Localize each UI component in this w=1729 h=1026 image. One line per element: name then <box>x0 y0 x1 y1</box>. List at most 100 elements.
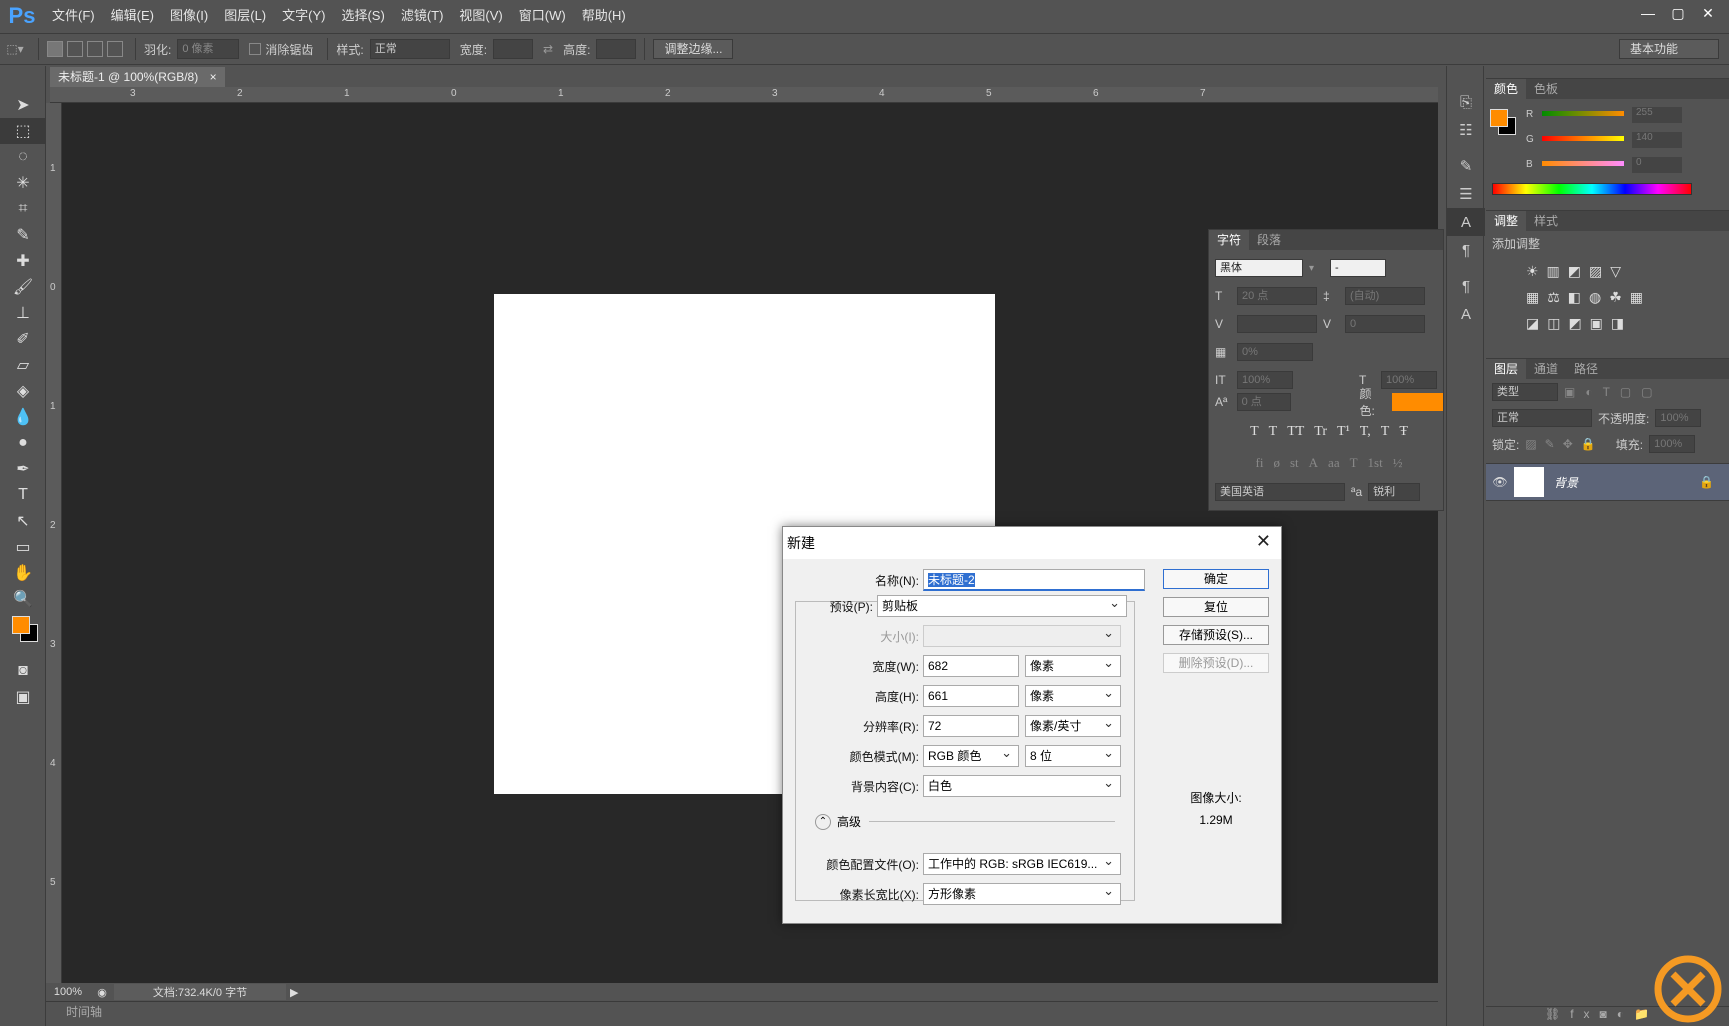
menu-item[interactable]: 编辑(E) <box>103 0 162 32</box>
pixel-aspect-select[interactable]: 方形像素 <box>923 881 1121 905</box>
tab-styles[interactable]: 样式 <box>1526 211 1566 231</box>
blend-mode-select[interactable]: 正常 <box>1492 409 1592 427</box>
opentype-button[interactable]: 1st <box>1368 455 1383 471</box>
feather-input[interactable]: 0 像素 <box>177 39 240 59</box>
stamp-tool-icon[interactable]: ⊥ <box>0 300 46 326</box>
history-icon[interactable]: ⎘ <box>1447 88 1485 116</box>
tab-color[interactable]: 颜色 <box>1486 79 1527 99</box>
height-field[interactable]: 661 <box>923 685 1019 707</box>
add-selection-icon[interactable] <box>67 41 83 57</box>
type-style-button[interactable]: T, <box>1360 424 1371 440</box>
timeline-label[interactable]: 时间轴 <box>66 1005 102 1019</box>
brush-panel-icon[interactable]: ✎ <box>1447 152 1485 180</box>
reset-button[interactable]: 复位 <box>1163 597 1269 617</box>
opentype-button[interactable]: ø <box>1273 455 1280 471</box>
menu-item[interactable]: 图层(L) <box>216 0 274 32</box>
b-slider[interactable] <box>1542 161 1624 166</box>
tracking-select[interactable]: 0 <box>1345 315 1425 333</box>
workspace-select[interactable]: 基本功能 <box>1619 39 1719 59</box>
name-input[interactable]: 未标题-2 <box>923 569 1145 591</box>
type-tool-icon[interactable]: T <box>0 482 46 508</box>
intersect-selection-icon[interactable] <box>107 41 123 57</box>
color-spectrum[interactable] <box>1492 183 1692 195</box>
font-style-select[interactable]: - <box>1330 259 1387 277</box>
crop-tool-icon[interactable]: ⌗ <box>0 196 46 222</box>
width-unit-select[interactable]: 像素 <box>1025 653 1121 677</box>
adjustment-icons[interactable]: ☀▥◩▨▽ ▦⚖◧◍☘▦ ◪◫◩▣◨ <box>1486 256 1729 338</box>
r-slider[interactable] <box>1542 111 1624 116</box>
preset-select[interactable]: 剪贴板 <box>877 593 1127 617</box>
zoom-level[interactable]: 100% <box>46 986 90 998</box>
opentype-button[interactable]: A <box>1309 455 1318 471</box>
marquee-tool-icon[interactable]: ⬚ <box>0 118 46 144</box>
dialog-close-icon[interactable]: ✕ <box>1256 531 1271 552</box>
foreground-color-swatch[interactable] <box>12 616 30 634</box>
save-preset-button[interactable]: 存储预设(S)... <box>1163 625 1269 645</box>
font-family-select[interactable]: 黑体 <box>1215 259 1303 277</box>
swap-icon[interactable]: ⇄ <box>543 42 553 56</box>
restore-button[interactable]: ▢ <box>1665 2 1691 24</box>
eraser-tool-icon[interactable]: ▱ <box>0 352 46 378</box>
lock-icons[interactable]: ▨✎✥🔒 <box>1525 437 1603 451</box>
layer-row[interactable]: 👁 背景 🔒 <box>1486 463 1729 501</box>
close-window-button[interactable]: ✕ <box>1695 2 1721 24</box>
height-unit-select[interactable]: 像素 <box>1025 683 1121 707</box>
menu-item[interactable]: 滤镜(T) <box>393 0 452 32</box>
pen-tool-icon[interactable]: ✒ <box>0 456 46 482</box>
g-value[interactable]: 140 <box>1632 132 1682 148</box>
healing-tool-icon[interactable]: ✚ <box>0 248 46 274</box>
r-value[interactable]: 255 <box>1632 107 1682 123</box>
tab-character[interactable]: 字符 <box>1209 230 1250 250</box>
brush-presets-icon[interactable]: ☰ <box>1447 180 1485 208</box>
type-style-button[interactable]: T¹ <box>1337 424 1350 440</box>
menu-item[interactable]: 窗口(W) <box>511 0 574 32</box>
height-input[interactable] <box>596 39 637 59</box>
g-slider[interactable] <box>1542 136 1624 141</box>
antialias-checkbox[interactable] <box>249 43 262 55</box>
fill-input[interactable]: 100% <box>1649 435 1696 453</box>
baseline-input[interactable]: 0 点 <box>1236 393 1292 411</box>
opentype-button[interactable]: ½ <box>1393 455 1403 471</box>
style-select[interactable]: 正常 <box>369 39 450 59</box>
scale-select[interactable]: 0% <box>1237 343 1313 361</box>
opentype-button[interactable]: st <box>1290 455 1299 471</box>
path-select-icon[interactable]: ↖ <box>0 508 46 534</box>
vertical-scale-input[interactable]: 100% <box>1237 371 1293 389</box>
paragraph-panel-icon[interactable]: ¶ <box>1447 236 1485 264</box>
type-style-button[interactable]: T <box>1269 424 1278 440</box>
refine-edge-button[interactable]: 调整边缘... <box>653 39 734 59</box>
hand-tool-icon[interactable]: ✋ <box>0 560 46 586</box>
menu-item[interactable]: 视图(V) <box>451 0 510 32</box>
tab-paths[interactable]: 路径 <box>1566 359 1606 379</box>
tab-adjustments[interactable]: 调整 <box>1486 211 1527 231</box>
layer-filter-select[interactable]: 类型 <box>1492 383 1558 401</box>
menu-item[interactable]: 文件(F) <box>44 0 103 32</box>
paragraph-styles-icon[interactable]: ¶ <box>1447 272 1485 300</box>
type-style-button[interactable]: Tr <box>1314 424 1327 440</box>
quickmask-icon[interactable]: ◙ <box>0 658 46 684</box>
blur-tool-icon[interactable]: 💧 <box>0 404 46 430</box>
horizontal-scale-input[interactable]: 100% <box>1381 371 1437 389</box>
menu-item[interactable]: 文字(Y) <box>274 0 333 32</box>
language-select[interactable]: 美国英语 <box>1215 483 1345 501</box>
minimize-button[interactable]: — <box>1635 2 1661 24</box>
marquee-preset-icon[interactable]: ⬚▾ <box>0 42 30 56</box>
font-family-dropdown-icon[interactable]: ▾ <box>1309 263 1314 274</box>
menu-item[interactable]: 帮助(H) <box>574 0 634 32</box>
lasso-tool-icon[interactable]: ◌ <box>0 144 46 170</box>
delete-preset-button[interactable]: 删除预设(D)... <box>1163 653 1269 673</box>
type-style-button[interactable]: T <box>1250 424 1259 440</box>
document-tab[interactable]: 未标题-1 @ 100%(RGB/8) × <box>50 67 225 87</box>
color-mode-select[interactable]: RGB 颜色 <box>923 743 1019 767</box>
color-fg-swatch[interactable] <box>1490 109 1508 127</box>
width-input[interactable] <box>493 39 534 59</box>
opentype-button[interactable]: fi <box>1256 455 1264 471</box>
history-brush-icon[interactable]: ✐ <box>0 326 46 352</box>
resolution-unit-select[interactable]: 像素/英寸 <box>1025 713 1121 737</box>
properties-icon[interactable]: ☷ <box>1447 116 1485 144</box>
magic-wand-tool-icon[interactable]: ✳ <box>0 170 46 196</box>
layer-filter-icons[interactable]: ▣◐T▢▢ <box>1564 385 1663 399</box>
type-style-button[interactable]: T <box>1381 424 1390 440</box>
opentype-button[interactable]: T <box>1350 455 1358 471</box>
color-profile-select[interactable]: 工作中的 RGB: sRGB IEC619... <box>923 851 1121 875</box>
